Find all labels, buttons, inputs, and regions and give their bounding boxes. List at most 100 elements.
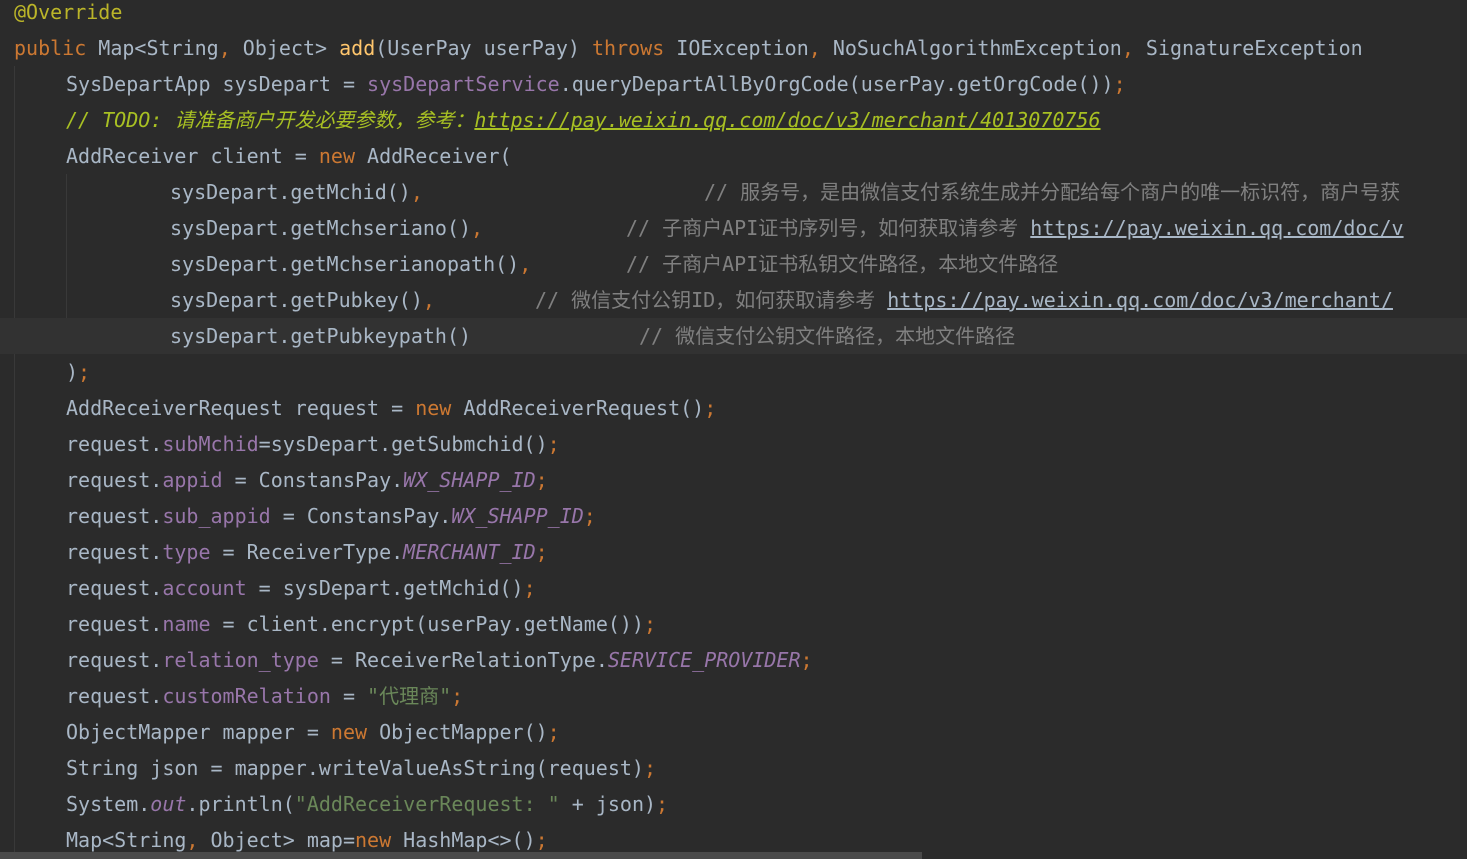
comment-text: // 子商户API证书序列号，如何获取请参考 [626,216,1031,240]
code-text: AddReceiverRequest() [451,396,705,420]
code-text: SysDepartApp sysDepart = [66,72,368,96]
code-line-appid[interactable]: request.appid = ConstansPay.WX_SHAPP_ID; [0,462,1467,498]
code-text: ObjectMapper() [367,720,548,744]
exception-type: SignatureException [1133,36,1363,60]
code-text: sysDepart.getMchseriano() [170,216,472,240]
comma: , [422,288,435,312]
keyword-new: new [318,144,355,168]
code-text: Object> map= [198,828,356,852]
comma: , [808,36,821,60]
field-name: sysDepartService [367,72,560,96]
semicolon: ; [800,648,813,672]
inline-comment: // 子商户API证书序列号，如何获取请参考 https://pay.weixi… [626,210,1404,246]
statement: ObjectMapper mapper = new ObjectMapper()… [66,714,560,750]
comma: , [218,36,231,60]
comma: , [519,252,532,276]
code-text: sysDepart.getMchid() [170,180,411,204]
code-text: request. [66,432,163,456]
semicolon: ; [78,360,91,384]
code-editor[interactable]: @Override public Map<String, Object> add… [0,0,1467,859]
keyword-throws: throws [592,36,665,60]
semicolon: ; [1113,72,1126,96]
code-line-name[interactable]: request.name = client.encrypt(userPay.ge… [0,606,1467,642]
code-line-custom-relation[interactable]: request.customRelation = "代理商"; [0,678,1467,714]
code-line-mapper[interactable]: ObjectMapper mapper = new ObjectMapper()… [0,714,1467,750]
code-text: AddReceiver( [355,144,512,168]
code-line-arg-pubkeypath-current[interactable]: sysDepart.getPubkeypath() // 微信支付公钥文件路径，… [0,318,1467,354]
semicolon: ; [656,792,669,816]
statement: SysDepartApp sysDepart = sysDepartServic… [66,66,1126,102]
inline-comment: // 微信支付公钥ID，如何获取请参考 https://pay.weixin.q… [535,282,1393,318]
code-line-arg-mchid[interactable]: sysDepart.getMchid(), // 服务号，是由微信支付系统生成并… [0,174,1467,210]
static-field: out [150,792,187,816]
statement: request.sub_appid = ConstansPay.WX_SHAPP… [66,498,596,534]
override-annotation: @Override [14,0,123,24]
code-text: = [330,684,368,708]
scrollbar-thumb[interactable] [0,852,922,859]
code-line-submchid[interactable]: request.subMchid=sysDepart.getSubmchid()… [0,426,1467,462]
code-text: sysDepart.getMchserianopath() [170,252,520,276]
semicolon: ; [643,756,657,780]
statement: request.relation_type = ReceiverRelation… [66,642,813,678]
code-line-method-signature[interactable]: public Map<String, Object> add(UserPay u… [0,30,1467,66]
code-text: = ReceiverRelationType. [318,648,608,672]
static-constant: MERCHANT_ID [403,540,536,564]
code-line-request[interactable]: AddReceiverRequest request = new AddRece… [0,390,1467,426]
code-line-client[interactable]: AddReceiver client = new AddReceiver( [0,138,1467,174]
code-line-annotation[interactable]: @Override [0,0,1467,30]
code-line-account[interactable]: request.account = sysDepart.getMchid(); [0,570,1467,606]
code-text: = ConstansPay. [222,468,404,492]
comma: , [471,216,484,240]
code-text: AddReceiver client = [66,144,319,168]
code-line-arg-mchseriano[interactable]: sysDepart.getMchseriano(), // 子商户API证书序列… [0,210,1467,246]
semicolon: ; [535,468,548,492]
comment-link[interactable]: https://pay.weixin.qq.com/doc/v [1030,216,1403,240]
comment-text: // 微信支付公钥ID，如何获取请参考 [535,288,888,312]
comma: , [186,828,199,852]
field-name: subMchid [162,432,259,456]
semicolon: ; [547,720,560,744]
code-line-todo[interactable]: // TODO: 请准备商户开发必要参数，参考：https://pay.weix… [0,102,1467,138]
keyword-public: public [14,36,87,60]
code-line-sysdepart[interactable]: SysDepartApp sysDepart = sysDepartServic… [0,66,1467,102]
code-text: System. [66,792,151,816]
code-text: request. [66,576,163,600]
code-text: request. [66,612,163,636]
semicolon: ; [535,540,548,564]
code-line-close-paren[interactable]: ); [0,354,1467,390]
code-line-relation-type[interactable]: request.relation_type = ReceiverRelation… [0,642,1467,678]
code-line-arg-pubkey[interactable]: sysDepart.getPubkey(), // 微信支付公钥ID，如何获取请… [0,282,1467,318]
field-name: type [162,540,211,564]
field-name: account [162,576,247,600]
statement: request.name = client.encrypt(userPay.ge… [66,606,656,642]
field-name: customRelation [162,684,331,708]
semicolon: ; [704,396,717,420]
statement: AddReceiverRequest request = new AddRece… [66,390,716,426]
comma: , [410,180,423,204]
static-constant: WX_SHAPP_ID [451,504,584,528]
exception-type: IOException [664,36,809,60]
code-text: sysDepart.getPubkey() [170,288,423,312]
static-constant: SERVICE_PROVIDER [607,648,801,672]
code-line-type[interactable]: request.type = ReceiverType.MERCHANT_ID; [0,534,1467,570]
argument: sysDepart.getMchseriano(), [170,210,483,246]
code-text: request. [66,684,163,708]
code-text: HashMap<>() [391,828,536,852]
keyword-new: new [330,720,368,744]
code-line-sub-appid[interactable]: request.sub_appid = ConstansPay.WX_SHAPP… [0,498,1467,534]
keyword-new: new [355,828,392,852]
statement: AddReceiver client = new AddReceiver( [66,138,512,174]
code-line-println[interactable]: System.out.println("AddReceiverRequest: … [0,786,1467,822]
comment-link[interactable]: https://pay.weixin.qq.com/doc/v3/merchan… [887,288,1393,312]
code-text: = ConstansPay. [270,504,452,528]
static-constant: WX_SHAPP_ID [403,468,536,492]
code-line-json[interactable]: String json = mapper.writeValueAsString(… [0,750,1467,786]
code-text: ObjectMapper mapper = [66,720,331,744]
code-line-arg-mchserianopath[interactable]: sysDepart.getMchserianopath(), // 子商户API… [0,246,1467,282]
todo-link[interactable]: https://pay.weixin.qq.com/doc/v3/merchan… [474,108,1100,132]
code-text: .println( [186,792,295,816]
horizontal-scrollbar[interactable] [0,852,1467,859]
code-text: = ReceiverType. [210,540,404,564]
statement: request.account = sysDepart.getMchid(); [66,570,536,606]
code-text: AddReceiverRequest request = [66,396,416,420]
